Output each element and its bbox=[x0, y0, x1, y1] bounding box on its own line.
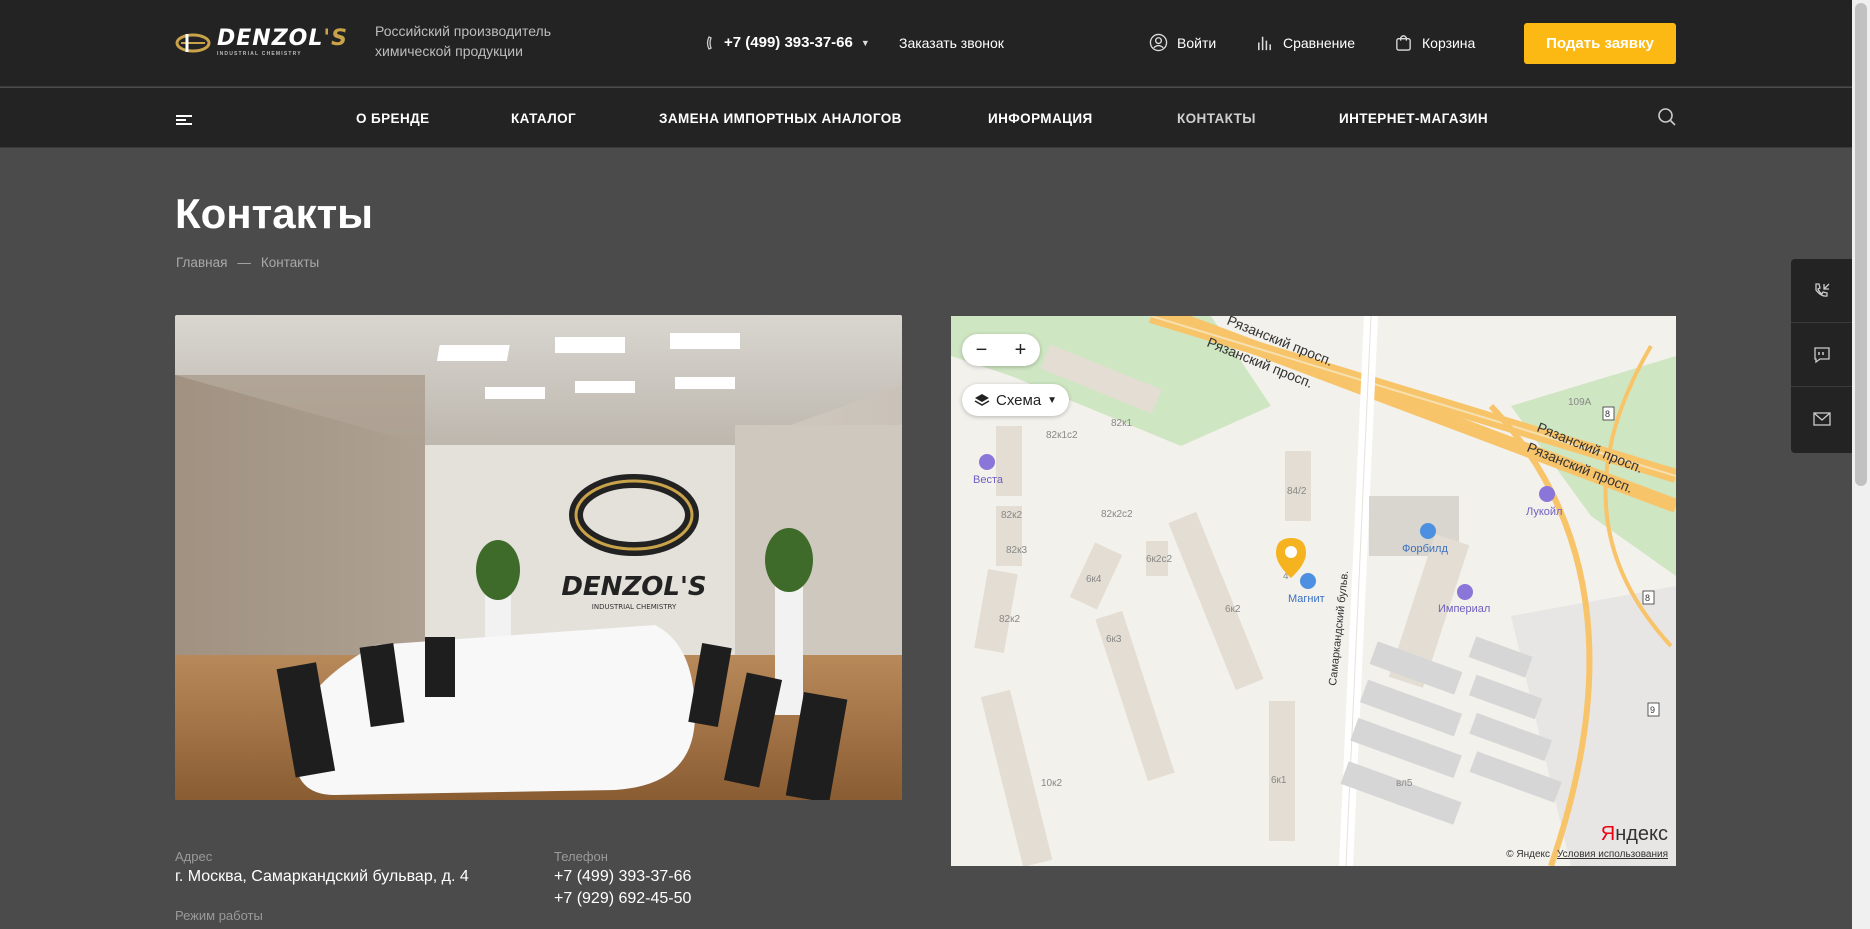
scrollbar-thumb[interactable] bbox=[1855, 3, 1867, 486]
compare-link[interactable]: Сравнение bbox=[1255, 33, 1355, 52]
cart-link[interactable]: Корзина bbox=[1394, 33, 1475, 52]
yandex-logo[interactable]: Яндекс bbox=[1601, 823, 1668, 846]
compare-label: Сравнение bbox=[1283, 34, 1355, 51]
copyright-text: © Яндекс bbox=[1506, 849, 1550, 860]
callback-side-button[interactable] bbox=[1791, 259, 1852, 323]
poi-label[interactable]: Веста bbox=[973, 474, 1004, 486]
nav-item-contacts[interactable]: КОНТАКТЫ bbox=[1177, 111, 1256, 126]
logo[interactable]: DENZOL'S INDUSTRIAL CHEMISTRY bbox=[175, 28, 348, 57]
phone-label: Телефон bbox=[554, 849, 608, 864]
phone-callback-icon bbox=[1814, 282, 1829, 297]
breadcrumb: Главная — Контакты bbox=[176, 255, 319, 270]
search-icon[interactable] bbox=[1657, 107, 1677, 127]
wall-logo-text: DENZOL'S bbox=[561, 572, 706, 602]
map-layer-label: Схема bbox=[996, 391, 1042, 409]
poi-label[interactable]: Форбилд bbox=[1402, 543, 1448, 555]
phone-number: +7 (499) 393-37-66 bbox=[724, 34, 853, 51]
cart-label: Корзина bbox=[1422, 34, 1476, 51]
building-label: 82к2 bbox=[999, 614, 1020, 625]
chat-icon bbox=[1813, 346, 1830, 363]
building-label: 82к3 bbox=[1006, 545, 1027, 556]
road-number: 8 bbox=[1645, 593, 1650, 603]
building-label: 6к3 bbox=[1106, 634, 1122, 645]
chevron-down-icon: ▼ bbox=[1047, 394, 1058, 406]
poi-label[interactable]: Лукойл bbox=[1526, 506, 1562, 518]
main-nav: О БРЕНДЕ КАТАЛОГ ЗАМЕНА ИМПОРТНЫХ АНАЛОГ… bbox=[0, 88, 1852, 148]
tagline: Российский производитель химической прод… bbox=[375, 23, 551, 59]
callback-link[interactable]: Заказать звонок bbox=[899, 35, 1004, 51]
side-contact-widget bbox=[1791, 259, 1852, 453]
building-label: 109А bbox=[1568, 397, 1592, 408]
logo-mark-icon bbox=[175, 33, 211, 52]
road-number: 9 bbox=[1650, 705, 1655, 715]
map-copyright: © Яндекс Условия использования bbox=[1506, 849, 1668, 860]
yandex-map[interactable]: Рязанский просп. Рязанский просп. Рязанс… bbox=[951, 316, 1676, 866]
building-label: 82к1с2 bbox=[1046, 430, 1078, 441]
menu-icon[interactable] bbox=[176, 115, 192, 125]
breadcrumb-separator: — bbox=[237, 255, 251, 270]
map-zoom-control: − + bbox=[962, 334, 1040, 366]
logo-name-suffix: 'S bbox=[323, 26, 348, 51]
road-number: 8 bbox=[1605, 409, 1610, 419]
building-label: 6к2 bbox=[1225, 604, 1241, 615]
zoom-in-button[interactable]: + bbox=[1015, 339, 1027, 362]
top-header: DENZOL'S INDUSTRIAL CHEMISTRY Российский… bbox=[0, 0, 1852, 87]
breadcrumb-current: Контакты bbox=[260, 255, 320, 270]
address-label: Адрес bbox=[175, 849, 213, 864]
building-label: вл5 bbox=[1396, 778, 1413, 789]
office-photo: DENZOL'S INDUSTRIAL CHEMISTRY bbox=[175, 315, 902, 800]
building-label: 6к4 bbox=[1086, 574, 1102, 585]
login-link[interactable]: Войти bbox=[1149, 33, 1216, 52]
nav-item-catalog[interactable]: КАТАЛОГ bbox=[511, 111, 576, 126]
poi-label[interactable]: Империал bbox=[1438, 603, 1490, 615]
apply-button[interactable]: Подать заявку bbox=[1524, 23, 1676, 64]
review-side-button[interactable] bbox=[1791, 323, 1852, 387]
poi-label[interactable]: Магнит bbox=[1288, 593, 1325, 605]
building-label: 82к1 bbox=[1111, 418, 1132, 429]
nav-item-brand[interactable]: О БРЕНДЕ bbox=[356, 111, 430, 126]
building-label: 6к1 bbox=[1271, 775, 1287, 786]
breadcrumb-home[interactable]: Главная bbox=[176, 255, 227, 270]
hours-label: Режим работы bbox=[175, 908, 263, 923]
building-label: 82к2 bbox=[1001, 510, 1022, 521]
login-label: Войти bbox=[1177, 34, 1217, 51]
address-value: г. Москва, Самаркандский бульвар, д. 4 bbox=[175, 868, 469, 885]
chevron-down-icon[interactable]: ▼ bbox=[861, 38, 870, 48]
header-phone[interactable]: +7 (499) 393-37-66 ▼ bbox=[706, 34, 870, 51]
compare-icon bbox=[1258, 36, 1271, 51]
phone-value-2[interactable]: +7 (929) 692-45-50 bbox=[554, 890, 691, 908]
nav-item-import-analogs[interactable]: ЗАМЕНА ИМПОРТНЫХ АНАЛОГОВ bbox=[659, 111, 902, 126]
building-label: 10к2 bbox=[1041, 778, 1062, 789]
building-label: 82к2с2 bbox=[1101, 509, 1133, 520]
cart-icon bbox=[1396, 35, 1411, 51]
map-layer-control[interactable]: Схема ▼ bbox=[962, 384, 1070, 416]
user-icon bbox=[1149, 33, 1168, 52]
email-side-button[interactable] bbox=[1791, 387, 1852, 451]
mail-icon bbox=[1812, 412, 1831, 426]
office-illustration: DENZOL'S INDUSTRIAL CHEMISTRY bbox=[175, 315, 902, 800]
phone-value-1[interactable]: +7 (499) 393-37-66 bbox=[554, 868, 691, 886]
page-title: Контакты bbox=[175, 190, 374, 237]
wall-logo-subtitle: INDUSTRIAL CHEMISTRY bbox=[592, 603, 677, 611]
nav-item-shop[interactable]: ИНТЕРНЕТ-МАГАЗИН bbox=[1339, 111, 1488, 126]
logo-subtitle: INDUSTRIAL CHEMISTRY bbox=[217, 51, 302, 57]
layers-icon bbox=[974, 394, 990, 406]
terms-link[interactable]: Условия использования bbox=[1557, 849, 1668, 860]
nav-item-info[interactable]: ИНФОРМАЦИЯ bbox=[988, 111, 1093, 126]
building-label: 84/2 bbox=[1287, 486, 1307, 497]
building-label: 6к2с2 bbox=[1146, 554, 1172, 565]
logo-name: DENZOL bbox=[217, 26, 324, 51]
zoom-out-button[interactable]: − bbox=[976, 339, 988, 362]
phone-icon bbox=[706, 35, 712, 50]
